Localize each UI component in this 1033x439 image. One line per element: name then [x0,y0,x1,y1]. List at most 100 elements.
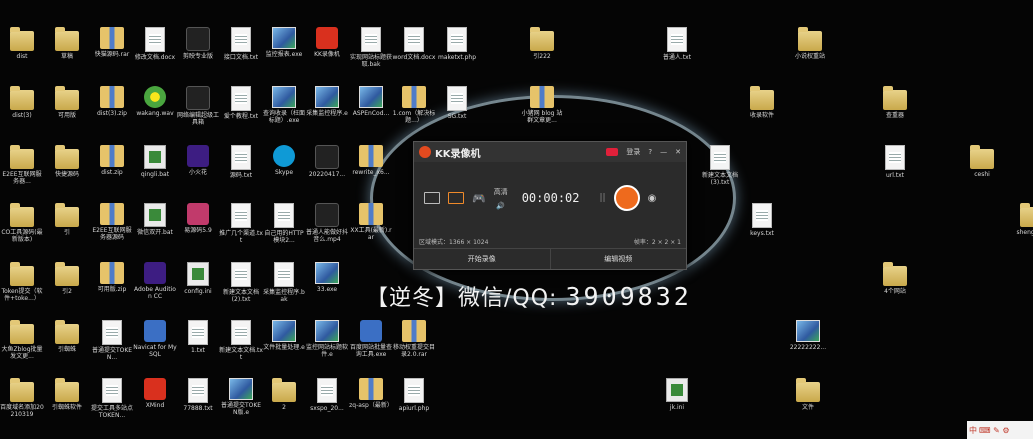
desktop-icon[interactable]: 爱个教程.txt [219,86,263,120]
desktop-icon[interactable]: 77888.txt [176,378,220,412]
desktop-icon[interactable]: Skype [262,145,306,176]
desktop-icon[interactable]: 百度网站批量查询工具.exe [349,320,393,358]
desktop-icon[interactable]: 4个网站 [873,262,917,295]
desktop-icon[interactable]: Adobe Audition CC [133,262,177,300]
desktop-icon[interactable]: 文件批量处理.e [262,320,306,351]
desktop-icon[interactable]: 提交工具多站点TOKEN... [90,378,134,419]
fullscreen-mode-icon[interactable] [424,192,440,204]
desktop-icon[interactable]: ceshi [960,145,1004,178]
desktop-icon[interactable]: 普通提交TOKEN版.e [219,378,263,416]
desktop-icon[interactable]: 引 [45,203,89,236]
desktop-icon[interactable]: jk.ini [655,378,699,411]
desktop-icon[interactable]: 百度域名添加20210319 [0,378,44,418]
help-button[interactable]: ? [648,148,652,156]
desktop-icon[interactable]: 22222222... [786,320,830,351]
desktop-icon[interactable]: 引222 [520,27,564,60]
region-mode-icon[interactable] [448,192,464,204]
desktop-icon[interactable]: Token提交（软件+toke...） [0,262,44,302]
desktop-icon[interactable]: 剪映专业版 [176,27,220,60]
desktop-icon[interactable]: 快猫源码.rar [90,27,134,58]
desktop-icon[interactable]: wakang.wav [133,86,177,117]
desktop-icon[interactable]: 2 [262,378,306,411]
desktop-icon[interactable]: 新建文本文档(3).txt [698,145,742,186]
desktop-icon[interactable]: config.ini [176,262,220,295]
desktop-icon[interactable]: 接口文档.txt [219,27,263,61]
desktop-icon[interactable]: 小说权重站 [788,27,832,60]
pause-button[interactable]: || [600,193,606,203]
desktop-icon[interactable]: 普通人能做好抖音么.mp4 [305,203,349,243]
desktop-icon[interactable]: 小猪网 blog 站群文章更... [520,86,564,124]
desktop-icon[interactable]: 普通提交TOKEN... [90,320,134,361]
desktop-icon[interactable]: SG.txt [435,86,479,120]
desktop-icon[interactable]: url.txt [873,145,917,179]
desktop-icon[interactable]: 小火花 [176,145,220,176]
desktop-icon[interactable]: CO工具源码(最新版本) [0,203,44,243]
desktop-icon[interactable]: word文档.docx [392,27,436,61]
desktop-icon[interactable]: 采集监控程序.e [305,86,349,117]
kk-recorder-window[interactable]: KK录像机 登录 ? — ✕ 🎮 高清 🔊 00:00:02 || ◉ 区域模式… [413,141,687,270]
desktop-icon[interactable]: 大鱼Zblog批量发文更... [0,320,44,360]
desktop-icon[interactable]: rewrite_x6... [349,145,393,176]
minimize-button[interactable]: — [660,148,667,156]
record-button[interactable] [613,185,640,211]
desktop-icon[interactable]: 新建文本文档.txt [219,320,263,361]
desktop-icon[interactable]: 新建文本文档(2).txt [219,262,263,303]
game-mode-icon[interactable]: 🎮 [472,192,486,205]
desktop-icon[interactable]: 引蜘蛛 [45,320,89,353]
system-tray[interactable]: 中 ⌨ ✎ ⚙ [967,421,1033,439]
desktop-icon[interactable]: 源码.txt [219,145,263,179]
desktop-icon[interactable]: 查重器 [873,86,917,119]
desktop-icon[interactable]: qingli.bat [133,145,177,178]
desktop-icon[interactable]: 可用版 [45,86,89,119]
desktop-icon[interactable]: zq-asp（最新） [349,378,393,409]
desktop-icon[interactable]: 引2 [45,262,89,295]
camera-icon[interactable]: ◉ [648,193,657,204]
desktop-icon[interactable]: dist(3) [0,86,44,119]
desktop-icon[interactable]: 33.exe [305,262,349,293]
desktop-icon[interactable]: 20220417... [305,145,349,178]
desktop-icon[interactable]: 推广几个渠道.txt [219,203,263,244]
desktop-icon[interactable]: E2EE互联网服务器源码 [90,203,134,241]
desktop-icon[interactable]: 实现网站标题获取.bak [349,27,393,68]
desktop-icon[interactable]: 查询收录（枉面标题）.exe [262,86,306,124]
desktop-icon[interactable]: 采集监控程序.bak [262,262,306,303]
desktop-icon[interactable]: 修改文档.docx [133,27,177,61]
desktop-icon[interactable]: sxspo_20... [305,378,349,412]
quality-label[interactable]: 高清 [494,187,508,197]
desktop-icon[interactable]: XMind [133,378,177,409]
edit-video-button[interactable]: 编辑视频 [551,249,687,269]
desktop-icon[interactable]: XX工具(最新).rar [349,203,393,241]
desktop-icon[interactable]: 网络编辑超级工具箱 [176,86,220,126]
desktop-icon[interactable]: 普通人.txt [655,27,699,61]
desktop-icon[interactable]: 快捷源码 [45,145,89,178]
desktop-icon[interactable]: dist [0,27,44,60]
desktop-icon[interactable]: dist(3).zip [90,86,134,117]
desktop-icon[interactable]: Navicat for MySQL [133,320,177,358]
desktop-icon[interactable]: 引蜘蛛软件 [45,378,89,411]
desktop-icon[interactable]: 自己用的HTTP模块2... [262,203,306,244]
desktop-icon[interactable]: keys.txt [740,203,784,237]
desktop-icon[interactable]: 可用版.zip [90,262,134,293]
tray-icons[interactable]: ⌨ ✎ ⚙ [979,426,1010,435]
desktop-icon[interactable]: 1.txt [176,320,220,354]
desktop-icon[interactable]: ASPEnCod... [349,86,393,117]
start-record-button[interactable]: 开始录像 [414,249,551,269]
desktop-icon[interactable]: 监控网站标题软件.e [305,320,349,358]
desktop-icon[interactable]: 草稿 [45,27,89,60]
desktop-icon[interactable]: apiurl.php [392,378,436,412]
desktop-icon[interactable]: 易源码5.9 [176,203,220,234]
kk-titlebar[interactable]: KK录像机 登录 ? — ✕ [414,142,686,162]
volume-icon[interactable]: 🔊 [494,202,508,210]
desktop-icon[interactable]: 收录软件 [740,86,784,119]
desktop-icon[interactable]: 移动权重提交目录2.0.rar [392,320,436,358]
login-link[interactable]: 登录 [626,147,640,157]
desktop-icon[interactable]: 微信双开.bat [133,203,177,236]
desktop-icon[interactable]: maketxt.php [435,27,479,61]
desktop-icon[interactable]: 监控报表.exe [262,27,306,58]
close-button[interactable]: ✕ [675,148,681,156]
desktop-icon[interactable]: KK录像机 [305,27,349,58]
gift-icon[interactable] [606,148,619,156]
desktop-icon[interactable]: dist.zip [90,145,134,176]
desktop-icon[interactable]: shengch... [1010,203,1033,236]
desktop-icon[interactable]: 文件 [786,378,830,411]
